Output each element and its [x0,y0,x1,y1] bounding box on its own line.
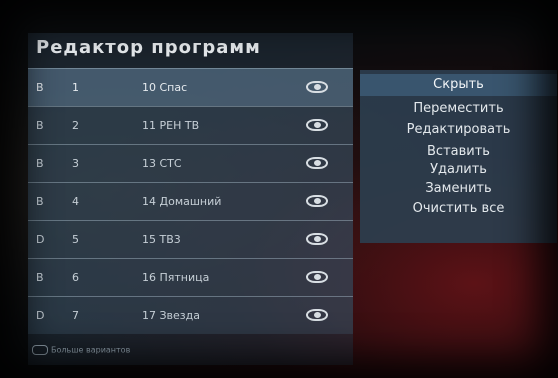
menu-item-hide[interactable]: Скрыть [360,74,557,96]
channel-name: 16 Пятница [142,271,210,284]
channel-number: 3 [72,157,79,170]
footer-label: Больше вариантов [51,345,131,355]
channel-name: 15 ТВ3 [142,233,181,246]
channel-fav-marker: D [36,309,45,322]
page-title: Редактор программ [36,37,261,58]
channel-number: 2 [72,119,79,132]
channel-row[interactable]: D 5 15 ТВ3 [28,220,353,258]
menu-item-insert[interactable]: Вставить [360,144,557,159]
menu-item-edit[interactable]: Редактировать [360,122,557,137]
channel-fav-marker: B [36,119,44,132]
channel-name: 14 Домашний [142,195,222,208]
eye-icon[interactable] [306,271,328,283]
channel-fav-marker: B [36,157,44,170]
channel-fav-marker: B [36,195,44,208]
channel-fav-marker: B [36,81,44,94]
remote-button-icon [32,345,48,355]
menu-item-move[interactable]: Переместить [360,101,557,116]
eye-icon[interactable] [306,233,328,245]
channel-number: 6 [72,271,79,284]
channel-name: 13 СТС [142,157,182,170]
eye-icon[interactable] [306,157,328,169]
channel-number: 4 [72,195,79,208]
channel-row[interactable]: B 6 16 Пятница [28,258,353,296]
channel-name: 10 Спас [142,81,188,94]
channel-number: 5 [72,233,79,246]
eye-icon[interactable] [306,309,328,321]
channel-row[interactable]: D 7 17 Звезда [28,296,353,334]
channel-name: 11 РЕН ТВ [142,119,200,132]
channel-list: B 1 10 Спас B 2 11 РЕН ТВ B 3 13 СТС B 4… [28,68,353,334]
context-menu: Скрыть Переместить Редактировать Вставит… [360,70,557,243]
channel-row[interactable]: B 2 11 РЕН ТВ [28,106,353,144]
channel-row[interactable]: B 1 10 Спас [28,68,353,106]
menu-item-clear-all[interactable]: Очистить все [360,201,557,216]
eye-icon[interactable] [306,81,328,93]
channel-number: 7 [72,309,79,322]
channel-fav-marker: B [36,271,44,284]
channel-number: 1 [72,81,79,94]
menu-item-replace[interactable]: Заменить [360,181,557,196]
menu-item-delete[interactable]: Удалить [360,162,557,177]
channel-name: 17 Звезда [142,309,200,322]
channel-row[interactable]: B 4 14 Домашний [28,182,353,220]
eye-icon[interactable] [306,119,328,131]
eye-icon[interactable] [306,195,328,207]
channel-row[interactable]: B 3 13 СТС [28,144,353,182]
channel-fav-marker: D [36,233,45,246]
footer-hint: Больше вариантов [32,345,130,355]
